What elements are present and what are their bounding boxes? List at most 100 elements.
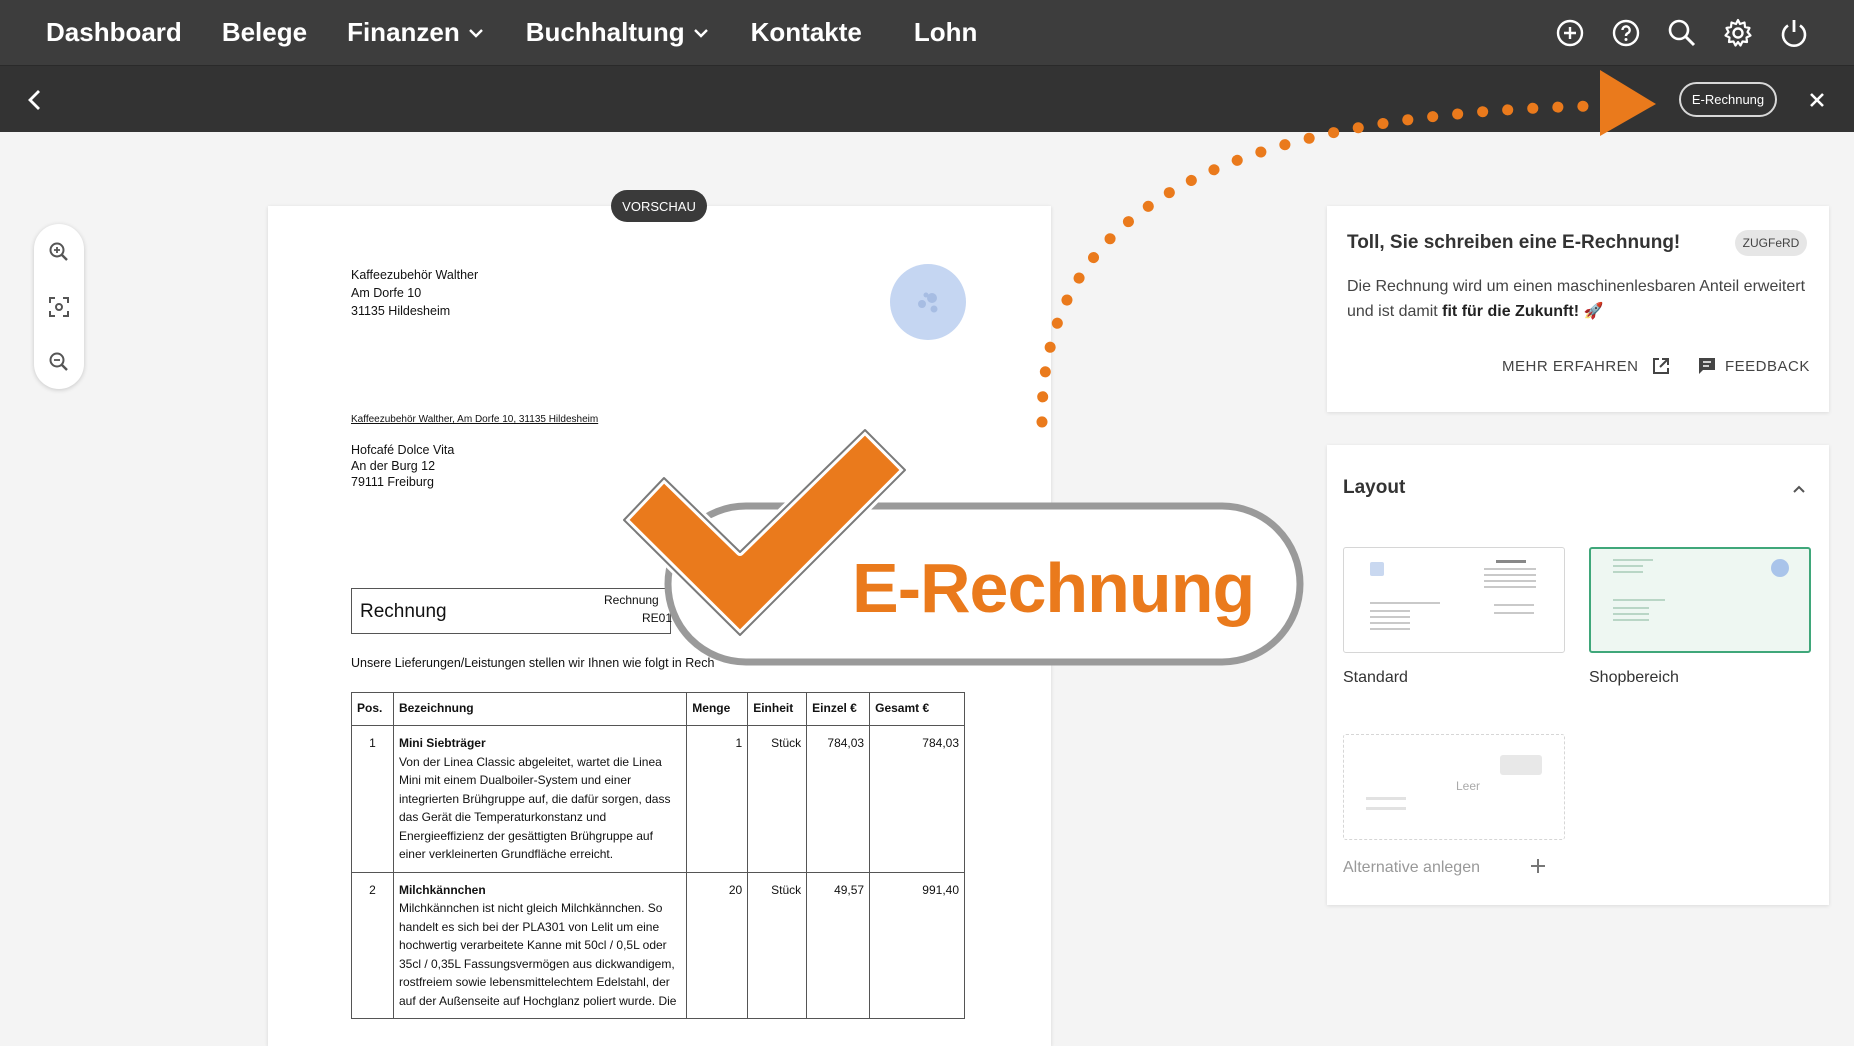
thumbnail-line (1613, 619, 1649, 621)
sender-line: Kaffeezubehör Walther (351, 268, 479, 282)
thumbnail-line (1613, 559, 1653, 561)
feedback-icon (1699, 358, 1715, 374)
invoice-title: Rechnung (360, 601, 447, 622)
e-rechnung-toggle[interactable]: E-Rechnung (1679, 82, 1777, 117)
layout-option-shopbereich[interactable] (1589, 547, 1811, 653)
company-logo (890, 264, 966, 340)
zugferd-badge: ZUGFeRD (1735, 230, 1807, 256)
sender-line: Am Dorfe 10 (351, 286, 422, 300)
thumbnail-line (1484, 586, 1536, 588)
thumbnail-line (1484, 568, 1536, 570)
feedback-label: FEEDBACK (1725, 357, 1810, 375)
cell-quantity: 1 (686, 725, 749, 873)
close-icon[interactable] (1804, 87, 1830, 113)
power-icon[interactable] (1778, 17, 1810, 49)
preview-badge: VORSCHAU (611, 190, 707, 222)
layout-option-empty[interactable]: Leer (1343, 734, 1565, 840)
zoom-in-icon[interactable] (47, 240, 71, 264)
chevron-down-icon (693, 28, 708, 38)
invoice-items-table: Pos. Bezeichnung Menge Einheit Einzel € … (351, 692, 965, 1019)
layout-option-label: Shopbereich (1589, 669, 1679, 686)
column-header: Einzel € (806, 692, 871, 726)
column-header: Gesamt € (869, 692, 965, 726)
recipient-line: 79111 Freiburg (351, 475, 434, 489)
column-header: Pos. (351, 692, 394, 726)
thumbnail-placeholder (1500, 755, 1542, 775)
mehr-erfahren-button[interactable]: MEHR ERFAHREN (1502, 356, 1671, 376)
nav-item-finanzen[interactable]: Finanzen (347, 17, 486, 48)
return-address-line: Kaffeezubehör Walther, Am Dorfe 10, 3113… (351, 414, 599, 425)
info-card-title: Toll, Sie schreiben eine E-Rechnung! (1347, 232, 1681, 253)
layout-option-standard[interactable] (1343, 547, 1565, 653)
cell-unit: Stück (747, 871, 808, 1019)
e-rechnung-info-card: Toll, Sie schreiben eine E-Rechnung! ZUG… (1327, 206, 1829, 412)
column-header: Einheit (747, 692, 808, 726)
item-name: Mini Siebträger (398, 736, 486, 750)
cell-quantity: 20 (686, 871, 749, 1019)
thumbnail-line (1484, 574, 1536, 576)
nav-item-kontakte[interactable]: Kontakte (751, 17, 862, 48)
chevron-up-icon[interactable] (1789, 479, 1809, 499)
nav-item-dashboard[interactable]: Dashboard (46, 17, 182, 48)
search-icon[interactable] (1666, 17, 1698, 49)
thumbnail-line (1370, 622, 1410, 624)
nav-item-label: Dashboard (46, 17, 182, 47)
thumbnail-line (1613, 607, 1649, 609)
table-row: 1 Mini Siebträger Von der Linea Classic … (351, 725, 965, 873)
recipient-line: An der Burg 12 (351, 459, 436, 473)
cell-unit: Stück (747, 725, 808, 873)
feedback-button[interactable]: FEEDBACK (1697, 356, 1810, 376)
plus-icon[interactable] (1527, 855, 1549, 877)
back-arrow-icon[interactable] (20, 85, 50, 115)
item-description: Milchkännchen ist nicht gleich Milchkänn… (398, 901, 677, 1008)
cell-total: 991,40 (869, 871, 965, 1019)
invoice-intro-text: Unsere Lieferungen/Leistungen stellen wi… (351, 656, 715, 670)
layout-option-label: Standard (1343, 669, 1408, 686)
table-header-row: Pos. Bezeichnung Menge Einheit Einzel € … (351, 692, 965, 726)
layout-panel-title: Layout (1343, 477, 1406, 498)
item-name: Milchkännchen (398, 882, 486, 897)
cell-description: Mini Siebträger Von der Linea Classic ab… (392, 725, 688, 873)
rocket-icon: 🚀 (1579, 303, 1604, 320)
nav-item-buchhaltung[interactable]: Buchhaltung (526, 17, 711, 48)
item-description: Von der Linea Classic abgeleitet, wartet… (398, 754, 671, 862)
layout-panel: Layout Standard Shopbereich Leer Alterna… (1327, 445, 1829, 905)
nav-item-belege[interactable]: Belege (222, 17, 307, 48)
external-link-icon (1652, 358, 1669, 374)
cell-pos: 1 (351, 725, 394, 873)
fit-to-screen-icon[interactable] (47, 295, 71, 319)
nav-item-label: Lohn (913, 17, 978, 47)
header-actions (1530, 0, 1810, 65)
info-text-bold: fit für die Zukunft! (1442, 303, 1580, 320)
thumbnail-line (1613, 599, 1665, 601)
mehr-erfahren-label: MEHR ERFAHREN (1502, 357, 1639, 375)
main-menu: Dashboard Belege Finanzen Buchhaltung Ko… (0, 0, 1017, 65)
cell-total: 784,03 (869, 725, 965, 873)
thumbnail-line (1370, 610, 1410, 612)
cell-pos: 2 (351, 871, 394, 1019)
invoice-meta-label: Rechnung (604, 593, 659, 607)
cell-description: Milchkännchen Milchkännchen ist nicht gl… (392, 871, 688, 1019)
thumbnail-line (1484, 580, 1536, 582)
settings-gear-icon[interactable] (1722, 17, 1754, 49)
document-toolbar: E-Rechnung (0, 65, 1854, 132)
thumbnail-line (1370, 616, 1410, 618)
thumbnail-line (1370, 628, 1410, 630)
sender-line: 31135 Hildesheim (351, 304, 451, 318)
top-navigation-bar: Dashboard Belege Finanzen Buchhaltung Ko… (0, 0, 1854, 65)
nav-item-lohn[interactable]: Lohn (914, 17, 978, 48)
empty-label: Leer (1456, 779, 1481, 793)
help-icon[interactable] (1610, 17, 1642, 49)
add-circle-icon[interactable] (1554, 17, 1586, 49)
thumbnail-line (1613, 613, 1649, 615)
nav-item-label: Belege (221, 17, 308, 47)
e-rechnung-label: E-Rechnung (1691, 92, 1765, 107)
thumbnail-logo (1771, 559, 1789, 577)
zoom-out-icon[interactable] (47, 350, 71, 374)
cell-unit-price: 49,57 (806, 871, 871, 1019)
create-alternative-link[interactable]: Alternative anlegen (1343, 859, 1480, 877)
thumbnail-line (1366, 797, 1406, 800)
chevron-down-icon (468, 28, 483, 38)
invoice-number: RE01 (642, 611, 673, 625)
thumbnail-line (1613, 565, 1643, 567)
